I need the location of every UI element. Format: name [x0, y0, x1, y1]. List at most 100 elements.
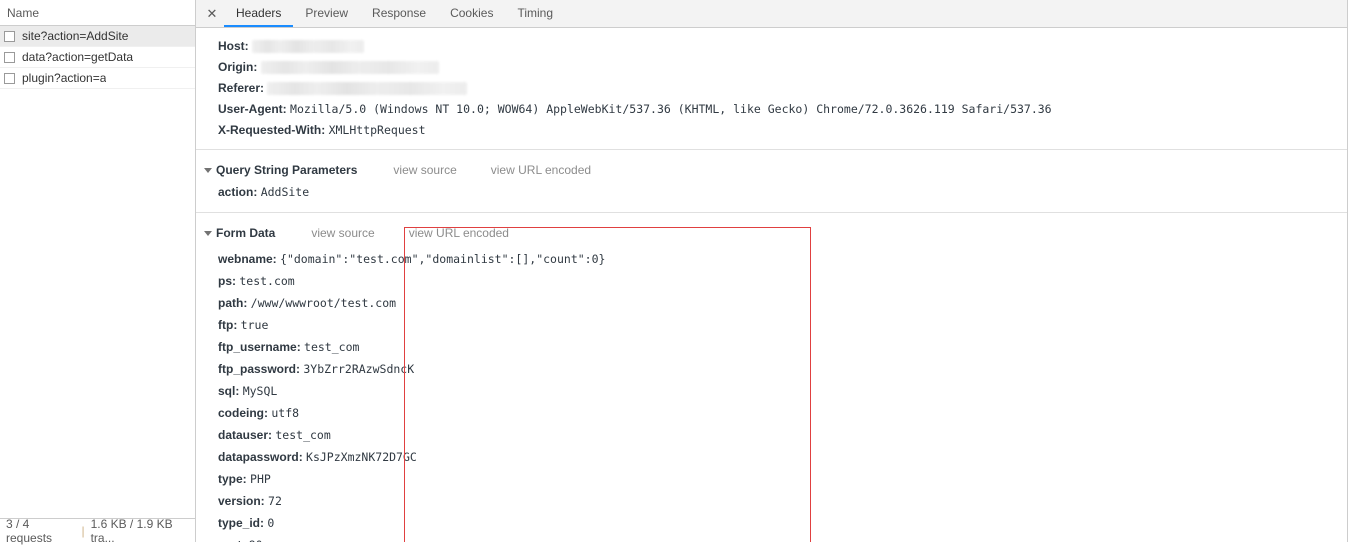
form-data-params: webname: {"domain":"test.com","domainlis… [196, 244, 1347, 542]
form-param-key: datauser: [218, 428, 273, 442]
form-param-row: ftp: true [218, 314, 1347, 336]
request-checkbox[interactable] [4, 72, 15, 84]
form-param-key: port: [218, 538, 245, 542]
request-name-label: plugin?action=a [22, 71, 107, 85]
details-tab-bar: ✕ Headers Preview Response Cookies Timing [196, 0, 1347, 28]
form-param-value: {"domain":"test.com","domainlist":[],"co… [280, 252, 606, 266]
request-headers-list: Host: Origin: Referer: User-Agent: Mozil… [196, 28, 1347, 149]
tab-preview[interactable]: Preview [293, 0, 360, 27]
redacted-value [260, 61, 439, 75]
form-param-key: datapassword: [218, 450, 303, 464]
form-param-value: 72 [268, 494, 282, 508]
form-param-row: path: /www/wwwroot/test.com [218, 292, 1347, 314]
tab-headers[interactable]: Headers [224, 0, 294, 27]
tabs-container: Headers Preview Response Cookies Timing [224, 0, 565, 27]
header-row: Host: [218, 36, 1347, 57]
form-param-row: datapassword: KsJPzXmzNK72D7GC [218, 446, 1347, 468]
request-list-panel: Name site?action=AddSite data?action=getD… [0, 0, 196, 545]
redacted-value [252, 40, 365, 54]
form-param-row: type: PHP [218, 468, 1347, 490]
request-row[interactable]: data?action=getData [0, 47, 195, 68]
form-param-row: datauser: test_com [218, 424, 1347, 446]
request-name-label: data?action=getData [22, 50, 134, 64]
form-param-key: type: [218, 472, 247, 486]
form-param-value: /www/wwwroot/test.com [250, 296, 397, 310]
header-name: User-Agent: [218, 102, 287, 116]
form-view-source-link[interactable]: view source [311, 226, 374, 240]
form-data-section-header: Form Data view source view URL encoded [196, 222, 1347, 244]
form-param-row: ps: test.com [218, 270, 1347, 292]
form-param-row: type_id: 0 [218, 512, 1347, 534]
form-data-title: Form Data [216, 226, 276, 240]
tab-cookies[interactable]: Cookies [438, 0, 505, 27]
header-name: Referer: [218, 81, 265, 95]
form-param-value: 3YbZrr2RAzwSdncK [303, 362, 415, 376]
form-param-row: webname: {"domain":"test.com","domainlis… [218, 248, 1347, 270]
form-param-row: ftp_username: test_com [218, 336, 1347, 358]
query-param-key: action: [218, 185, 258, 199]
header-row: Origin: [218, 57, 1347, 78]
column-header-name: Name [7, 5, 40, 20]
form-param-row: ftp_password: 3YbZrr2RAzwSdncK [218, 358, 1347, 380]
form-param-value: 80 [249, 538, 263, 542]
form-param-key: sql: [218, 384, 240, 398]
header-value: XMLHttpRequest [328, 123, 426, 137]
form-param-value: test.com [239, 274, 295, 288]
query-param-row: action: AddSite [196, 181, 1347, 203]
request-list[interactable]: site?action=AddSite data?action=getData pl… [0, 26, 195, 518]
status-requests-count: 3 / 4 requests [6, 516, 53, 545]
form-param-key: ftp_username: [218, 340, 301, 354]
form-param-key: ftp_password: [218, 362, 301, 376]
tab-timing[interactable]: Timing [505, 0, 565, 27]
header-row: X-Requested-With: XMLHttpRequest [218, 120, 1347, 141]
query-view-source-link[interactable]: view source [393, 163, 456, 177]
form-param-key: path: [218, 296, 248, 310]
chevron-down-icon-form[interactable] [204, 230, 212, 236]
query-param-value: AddSite [260, 185, 310, 199]
header-value: Mozilla/5.0 (Windows NT 10.0; WOW64) App… [290, 102, 1052, 116]
header-name: X-Requested-With: [218, 123, 326, 137]
form-param-row: sql: MySQL [218, 380, 1347, 402]
form-param-value: test_com [275, 428, 331, 442]
form-param-row: port: 80 [218, 534, 1347, 542]
form-param-row: version: 72 [218, 490, 1347, 512]
chevron-down-icon[interactable] [204, 167, 212, 173]
form-param-value: utf8 [271, 406, 300, 420]
query-string-section-header: Query String Parameters view source view… [196, 159, 1347, 181]
request-name-label: site?action=AddSite [22, 29, 129, 43]
section-divider-form [196, 212, 1347, 213]
request-checkbox[interactable] [4, 30, 15, 42]
query-string-params: action: AddSite [196, 181, 1347, 203]
form-param-value: MySQL [242, 384, 278, 398]
form-param-value: test_com [304, 340, 360, 354]
request-details-panel: ✕ Headers Preview Response Cookies Timing Ho… [196, 0, 1348, 542]
form-view-url-encoded-link[interactable]: view URL encoded [409, 226, 509, 240]
form-param-key: type_id: [218, 516, 265, 530]
form-param-key: codeing: [218, 406, 268, 420]
form-param-key: ps: [218, 274, 236, 288]
section-divider-query [196, 149, 1347, 150]
network-status-bar: 3 / 4 requests | 1.6 KB / 1.9 KB tra... [0, 516, 195, 545]
query-string-title: Query String Parameters [216, 163, 358, 177]
form-param-value: KsJPzXmzNK72D7GC [306, 450, 417, 464]
status-transfer-size: 1.6 KB / 1.9 KB tra... [90, 516, 173, 545]
form-param-key: version: [218, 494, 265, 508]
query-view-url-encoded-link[interactable]: view URL encoded [491, 163, 591, 177]
header-name: Origin: [218, 60, 258, 74]
form-param-row: codeing: utf8 [218, 402, 1347, 424]
redacted-value [267, 82, 468, 96]
status-separator: | [81, 523, 85, 538]
header-row: User-Agent: Mozilla/5.0 (Windows NT 10.0… [218, 99, 1347, 120]
request-row[interactable]: site?action=AddSite [0, 26, 195, 47]
tab-response[interactable]: Response [360, 0, 438, 27]
form-param-key: webname: [218, 252, 277, 266]
header-row: Referer: [218, 78, 1347, 99]
request-row[interactable]: plugin?action=a [0, 68, 195, 89]
form-param-key: ftp: [218, 318, 238, 332]
form-param-value: PHP [250, 472, 271, 486]
header-name: Host: [218, 39, 249, 53]
request-checkbox[interactable] [4, 51, 15, 63]
close-icon[interactable]: ✕ [200, 0, 224, 27]
headers-content: Host: Origin: Referer: User-Agent: Mozil… [196, 28, 1347, 542]
form-param-value: true [240, 318, 269, 332]
